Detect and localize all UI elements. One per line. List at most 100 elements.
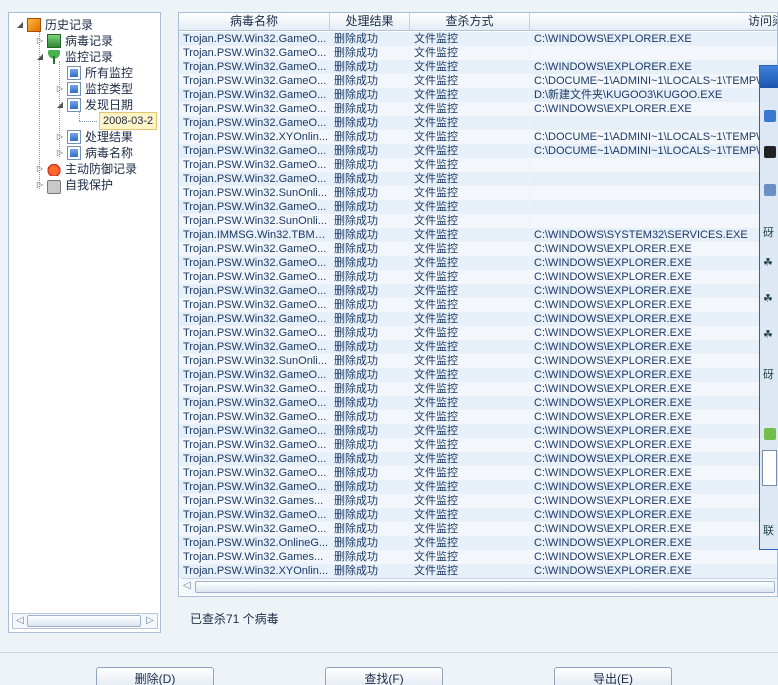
tree-horizontal-scrollbar[interactable]: ◁ ▷: [12, 613, 158, 629]
collapsed-icon[interactable]: ▷: [35, 33, 45, 49]
collapsed-icon[interactable]: ▷: [55, 145, 65, 161]
text-glyph: ☘: [763, 293, 773, 305]
tree-node-virus-name[interactable]: ▷ 病毒名称: [55, 145, 133, 161]
table-row[interactable]: Trojan.PSW.Win32.GameO... 删除成功 文件监控 C:\WIND…: [179, 32, 777, 46]
table-row[interactable]: Trojan.PSW.Win32.GameO... 删除成功 文件监控 C:\WIND…: [179, 382, 777, 396]
expanded-icon[interactable]: ◢: [15, 17, 25, 33]
table-row[interactable]: Trojan.PSW.Win32.GameO... 删除成功 文件监控 C:\WIND…: [179, 284, 777, 298]
table-row[interactable]: Trojan.PSW.Win32.GameO... 删除成功 文件监控 C:\WIND…: [179, 368, 777, 382]
shield-icon: [47, 34, 61, 48]
table-row[interactable]: Trojan.PSW.Win32.GameO... 删除成功 文件监控 C:\WIND…: [179, 102, 777, 116]
table-row[interactable]: Trojan.PSW.Win32.GameO... 删除成功 文件监控 C:\WIND…: [179, 396, 777, 410]
document-icon: [67, 146, 81, 160]
table-row[interactable]: Trojan.PSW.Win32.Games... 删除成功 文件监控 C:\WIND…: [179, 550, 777, 564]
table-row[interactable]: Trojan.PSW.Win32.GameO... 删除成功 文件监控 C:\WIND…: [179, 452, 777, 466]
table-row[interactable]: Trojan.PSW.Win32.GameO... 删除成功 文件监控 C:\WIND…: [179, 340, 777, 354]
overlapping-window-edge[interactable]: 砑 ☘ ☘ ☘ 砑 联: [759, 65, 778, 550]
column-header-result[interactable]: 处理结果: [330, 13, 410, 31]
table-row[interactable]: Trojan.PSW.Win32.GameO... 删除成功 文件监控 C:\WIND…: [179, 438, 777, 452]
table-row[interactable]: Trojan.PSW.Win32.GameO... 删除成功 文件监控 C:\WIND…: [179, 298, 777, 312]
table-row[interactable]: Trojan.PSW.Win32.SunOnli... 删除成功 文件监控: [179, 186, 777, 200]
delete-button[interactable]: 删除(D): [96, 667, 214, 685]
table-row[interactable]: Trojan.PSW.Win32.XYOnlin... 删除成功 文件监控 C:\WI…: [179, 564, 777, 578]
cell-method: 文件监控: [410, 228, 530, 242]
table-row[interactable]: Trojan.PSW.Win32.OnlineG... 删除成功 文件监控 C:\WI…: [179, 536, 777, 550]
history-tree[interactable]: ◢ 历史记录 ▷ 病毒记录 ◢ 监控记录 所有监控 ▷ 监控类型 ◢ 发现日期 …: [8, 12, 161, 633]
cell-virus-name: Trojan.PSW.Win32.GameO...: [179, 466, 330, 480]
app-icon: [764, 146, 776, 158]
kill-count-status: 已查杀71 个病毒: [190, 612, 279, 626]
table-row[interactable]: Trojan.PSW.Win32.GameO... 删除成功 文件监控 C:\WIND…: [179, 312, 777, 326]
expanded-icon[interactable]: ◢: [35, 49, 45, 65]
table-row[interactable]: Trojan.PSW.Win32.GameO... 删除成功 文件监控: [179, 200, 777, 214]
cell-method: 文件监控: [410, 116, 530, 130]
tree-node-all-monitors[interactable]: 所有监控: [55, 65, 133, 81]
table-row[interactable]: Trojan.PSW.Win32.GameO... 删除成功 文件监控 C:\WIND…: [179, 270, 777, 284]
expanded-icon[interactable]: ◢: [55, 97, 65, 113]
table-row[interactable]: Trojan.PSW.Win32.XYOnlin... 删除成功 文件监控 C:\DO…: [179, 130, 777, 144]
column-header-virus-name[interactable]: 病毒名称: [179, 13, 330, 31]
column-header-method[interactable]: 查杀方式: [410, 13, 530, 31]
column-header-path[interactable]: 访问染毒: [530, 13, 777, 31]
scroll-thumb[interactable]: [27, 615, 141, 627]
table-row[interactable]: Trojan.PSW.Win32.GameO... 删除成功 文件监控 C:\WIND…: [179, 508, 777, 522]
table-row[interactable]: Trojan.PSW.Win32.GameO... 删除成功 文件监控: [179, 116, 777, 130]
cell-virus-name: Trojan.PSW.Win32.GameO...: [179, 452, 330, 466]
tree-node-history[interactable]: ◢ 历史记录: [15, 17, 93, 33]
collapsed-icon[interactable]: ▷: [55, 129, 65, 145]
tree-node-monitor-records[interactable]: ◢ 监控记录: [35, 49, 113, 65]
table-row[interactable]: Trojan.PSW.Win32.GameO... 删除成功 文件监控 C:\WIND…: [179, 256, 777, 270]
cell-virus-name: Trojan.PSW.Win32.GameO...: [179, 284, 330, 298]
table-row[interactable]: Trojan.PSW.Win32.GameO... 删除成功 文件监控 C:\WIND…: [179, 466, 777, 480]
window-titlebar[interactable]: [760, 66, 778, 88]
virus-log-table[interactable]: 病毒名称 处理结果 查杀方式 访问染毒 Trojan.PSW.Win32.Gam…: [178, 12, 778, 597]
table-row[interactable]: Trojan.PSW.Win32.GameO... 删除成功 文件监控 C:\WIND…: [179, 424, 777, 438]
table-row[interactable]: Trojan.PSW.Win32.GameO... 删除成功 文件监控 C:\WIND…: [179, 410, 777, 424]
table-row[interactable]: Trojan.PSW.Win32.GameO... 删除成功 文件监控: [179, 46, 777, 60]
scroll-thumb[interactable]: [195, 581, 775, 593]
table-row[interactable]: Trojan.PSW.Win32.GameO... 删除成功 文件监控 C:\WIND…: [179, 242, 777, 256]
cell-virus-name: Trojan.PSW.Win32.SunOnli...: [179, 186, 330, 200]
cell-path: [530, 214, 777, 228]
table-row[interactable]: Trojan.IMMSG.Win32.TBMS... 删除成功 文件监控 C:\WIN…: [179, 228, 777, 242]
table-row[interactable]: Trojan.PSW.Win32.GameO... 删除成功 文件监控 D:\新建文件…: [179, 88, 777, 102]
table-row[interactable]: Trojan.PSW.Win32.SunOnli... 删除成功 文件监控 C:\WI…: [179, 354, 777, 368]
table-row[interactable]: Trojan.PSW.Win32.GameO... 删除成功 文件监控 C:\DOCU…: [179, 74, 777, 88]
table-row[interactable]: Trojan.PSW.Win32.GameO... 删除成功 文件监控 C:\WIND…: [179, 480, 777, 494]
table-row[interactable]: Trojan.PSW.Win32.GameO... 删除成功 文件监控 C:\WIND…: [179, 326, 777, 340]
scroll-left-icon[interactable]: ◁: [183, 580, 191, 591]
table-row[interactable]: Trojan.PSW.Win32.SunOnli... 删除成功 文件监控: [179, 214, 777, 228]
table-row[interactable]: Trojan.PSW.Win32.Games... 删除成功 文件监控 C:\WIND…: [179, 494, 777, 508]
input-box[interactable]: [762, 450, 777, 486]
tree-node-result[interactable]: ▷ 处理结果: [55, 129, 133, 145]
tree-node-self-protect[interactable]: ▷ 自我保护: [35, 177, 113, 194]
collapsed-icon[interactable]: ▷: [35, 177, 45, 193]
table-row[interactable]: Trojan.PSW.Win32.GameO... 删除成功 文件监控: [179, 172, 777, 186]
tree-node-found-date[interactable]: ◢ 发现日期: [55, 97, 133, 113]
tree-node-date-selected[interactable]: 2008-03-2: [99, 112, 158, 130]
table-horizontal-scrollbar[interactable]: ◁: [181, 578, 777, 595]
collapsed-icon[interactable]: ▷: [55, 81, 65, 97]
table-row[interactable]: Trojan.PSW.Win32.GameO... 删除成功 文件监控: [179, 158, 777, 172]
find-button[interactable]: 查找(F): [325, 667, 443, 685]
cell-result: 删除成功: [330, 228, 410, 242]
cell-method: 文件监控: [410, 340, 530, 354]
cell-method: 文件监控: [410, 368, 530, 382]
export-button[interactable]: 导出(E): [554, 667, 672, 685]
table-row[interactable]: Trojan.PSW.Win32.GameO... 删除成功 文件监控 C:\WIND…: [179, 60, 777, 74]
collapsed-icon[interactable]: ▷: [35, 161, 45, 177]
tree-node-active-defense[interactable]: ▷ 主动防御记录: [35, 161, 137, 177]
tree-node-monitor-type[interactable]: ▷ 监控类型: [55, 81, 133, 97]
table-row[interactable]: Trojan.PSW.Win32.GameO... 删除成功 文件监控 C:\DOCU…: [179, 144, 777, 158]
scroll-right-icon[interactable]: ▷: [143, 614, 157, 628]
tree-node-virus-records[interactable]: ▷ 病毒记录: [35, 33, 113, 49]
cell-result: 删除成功: [330, 270, 410, 284]
lock-icon: [47, 180, 61, 194]
cell-path: C:\WINDOWS\EXPLORER.EXE: [530, 494, 777, 508]
cell-result: 删除成功: [330, 480, 410, 494]
table-row[interactable]: Trojan.PSW.Win32.GameO... 删除成功 文件监控 C:\WIND…: [179, 522, 777, 536]
cell-method: 文件监控: [410, 326, 530, 340]
cell-virus-name: Trojan.PSW.Win32.GameO...: [179, 74, 330, 88]
scroll-left-icon[interactable]: ◁: [13, 614, 27, 628]
cell-result: 删除成功: [330, 522, 410, 536]
